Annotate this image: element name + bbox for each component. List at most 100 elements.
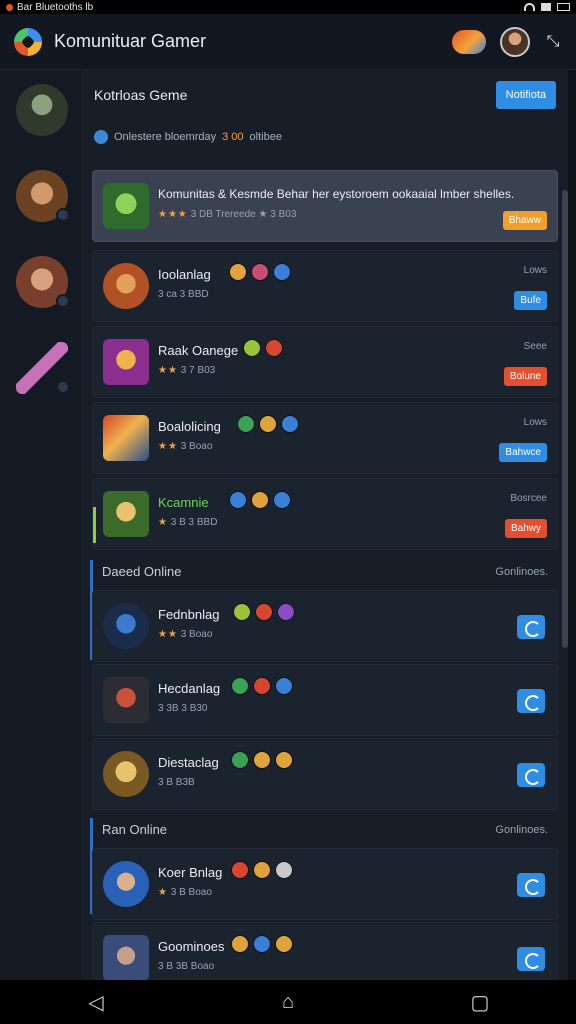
player-chip: [229, 491, 247, 509]
rating-stars: ★★: [158, 365, 178, 376]
friend-games: [231, 751, 293, 769]
friend-row[interactable]: Hecdanlag 3 3B 3 B30: [92, 664, 558, 736]
game-action-button[interactable]: Bhaww: [502, 211, 547, 230]
section-title: Ran Online: [102, 822, 168, 837]
status-icons: [524, 3, 570, 11]
game-title: Komunitas & Kesmde Behar her eystoroem o…: [158, 187, 515, 201]
game-chip: [253, 935, 271, 953]
game-meta: ★★★ 3 DB Trereede ★ 3 B03: [158, 209, 296, 220]
game-action-button[interactable]: Bahwce: [499, 443, 547, 462]
friend-avatar: [103, 603, 149, 649]
player-chips: [229, 491, 291, 509]
rating-stars: ★★★: [158, 209, 188, 220]
game-card[interactable]: Boalolicing ★★ 3 Boao Lows Bahwce: [92, 402, 558, 474]
friend-name: Fednbnlag: [158, 607, 220, 622]
game-thumbnail: [103, 263, 149, 309]
app-logo-icon[interactable]: [14, 27, 42, 56]
game-chip: [253, 861, 271, 879]
friend-meta: 3 B 3B Boao: [158, 961, 215, 972]
app-bar: Komunituar Gamer ⤡: [0, 14, 576, 70]
friend-row[interactable]: Goominoes 3 B 3B Boao: [92, 922, 558, 981]
status-icon: [56, 208, 70, 222]
battery-icon: [557, 3, 570, 11]
section-more-link[interactable]: Gonlinoes.: [495, 824, 548, 836]
signal-icon: [541, 3, 551, 11]
invite-button[interactable]: [517, 763, 545, 787]
game-status: Lows: [523, 265, 547, 276]
controller-icon: [94, 130, 108, 144]
game-thumbnail: [103, 183, 149, 229]
rating-stars: ★★: [158, 629, 178, 640]
wifi-icon: [524, 3, 535, 11]
friend-row[interactable]: Fednbnlag ★★ 3 Boao: [92, 590, 558, 662]
expand-icon[interactable]: ⤡: [544, 33, 562, 51]
invite-button[interactable]: [517, 615, 545, 639]
scrollbar[interactable]: [562, 190, 568, 648]
rating-stars: ★: [158, 887, 168, 898]
rail-avatar-1[interactable]: [16, 84, 68, 136]
game-action-button[interactable]: Bufe: [514, 291, 547, 310]
player-chips: [243, 339, 283, 357]
status-bar: Bar Bluetooths lb: [0, 0, 576, 14]
game-title: Kcamnie: [158, 495, 209, 510]
subtitle-row: Onlestere bloemrday 3 00 oltibee: [94, 130, 282, 144]
game-card[interactable]: Raak Oanege ★★ 3 7 B03 Seee Bolune: [92, 326, 558, 398]
friend-meta-text: 3 B Boao: [170, 887, 212, 898]
subtitle-accent: 3 00: [222, 131, 244, 143]
game-card[interactable]: Kcamnie ★ 3 B 3 BBD Bosrcee Bahwy: [92, 478, 558, 550]
friend-row[interactable]: Koer Bnlag ★ 3 B Boao: [92, 848, 558, 920]
game-chip: [253, 677, 271, 695]
friend-row[interactable]: Diestaclag 3 B B3B: [92, 738, 558, 810]
game-chip: [233, 603, 251, 621]
invite-button[interactable]: [517, 873, 545, 897]
player-chip: [265, 339, 283, 357]
panel-header: Kotrloas Geme Notifiota: [82, 70, 568, 120]
player-chips: [237, 415, 299, 433]
game-action-button[interactable]: Bahwy: [504, 519, 547, 538]
game-chip: [275, 751, 293, 769]
friend-meta: 3 3B 3 B30: [158, 703, 208, 714]
player-chip: [273, 491, 291, 509]
friend-games: [231, 935, 293, 953]
subtitle-end: oltibee: [249, 131, 282, 143]
home-button[interactable]: ⌂: [268, 987, 308, 1017]
invite-button[interactable]: [517, 947, 545, 971]
profile-avatar[interactable]: [500, 26, 530, 57]
notify-button[interactable]: Notifiota: [495, 81, 556, 109]
rail-avatar-3[interactable]: [16, 256, 70, 308]
game-action-button[interactable]: Bolune: [503, 367, 547, 386]
game-chip: [231, 677, 249, 695]
recents-button[interactable]: ▢: [460, 987, 500, 1017]
app-title: Komunituar Gamer: [54, 31, 207, 51]
notification-dot-icon: [6, 3, 13, 11]
friend-name: Hecdanlag: [158, 681, 221, 696]
rating-stars: ★★: [158, 441, 178, 452]
rocket-icon[interactable]: [16, 342, 70, 394]
featured-game-card[interactable]: Komunitas & Kesmde Behar her eystoroem o…: [92, 170, 558, 242]
game-status: Lows: [523, 417, 547, 428]
game-chip: [275, 935, 293, 953]
section-more-link[interactable]: Gonlinoes.: [495, 566, 548, 578]
game-chip: [277, 603, 295, 621]
friend-avatar: [103, 861, 149, 907]
player-chips: [229, 263, 291, 281]
game-thumbnail: [103, 491, 149, 537]
subtitle-text: Onlestere bloemrday: [114, 131, 217, 143]
game-meta: ★★ 3 7 B03: [158, 365, 215, 376]
friend-avatar: [103, 751, 149, 797]
game-card[interactable]: Ioolanlag 3 ca 3 BBD Lows Bufe: [92, 250, 558, 322]
friend-games: [231, 677, 293, 695]
friend-meta: ★ 3 B Boao: [158, 887, 212, 898]
game-chip: [255, 603, 273, 621]
game-meta: 3 ca 3 BBD: [158, 289, 209, 300]
back-button[interactable]: ◁: [76, 987, 116, 1017]
friend-meta: 3 B B3B: [158, 777, 195, 788]
rail-avatar-2[interactable]: [16, 170, 70, 222]
invite-button[interactable]: [517, 689, 545, 713]
achievement-badge-icon[interactable]: [452, 29, 486, 54]
game-status: Bosrcee: [510, 493, 547, 504]
game-chip: [275, 677, 293, 695]
friend-name: Goominoes: [158, 939, 225, 954]
player-chip: [259, 415, 277, 433]
game-chip: [231, 751, 249, 769]
